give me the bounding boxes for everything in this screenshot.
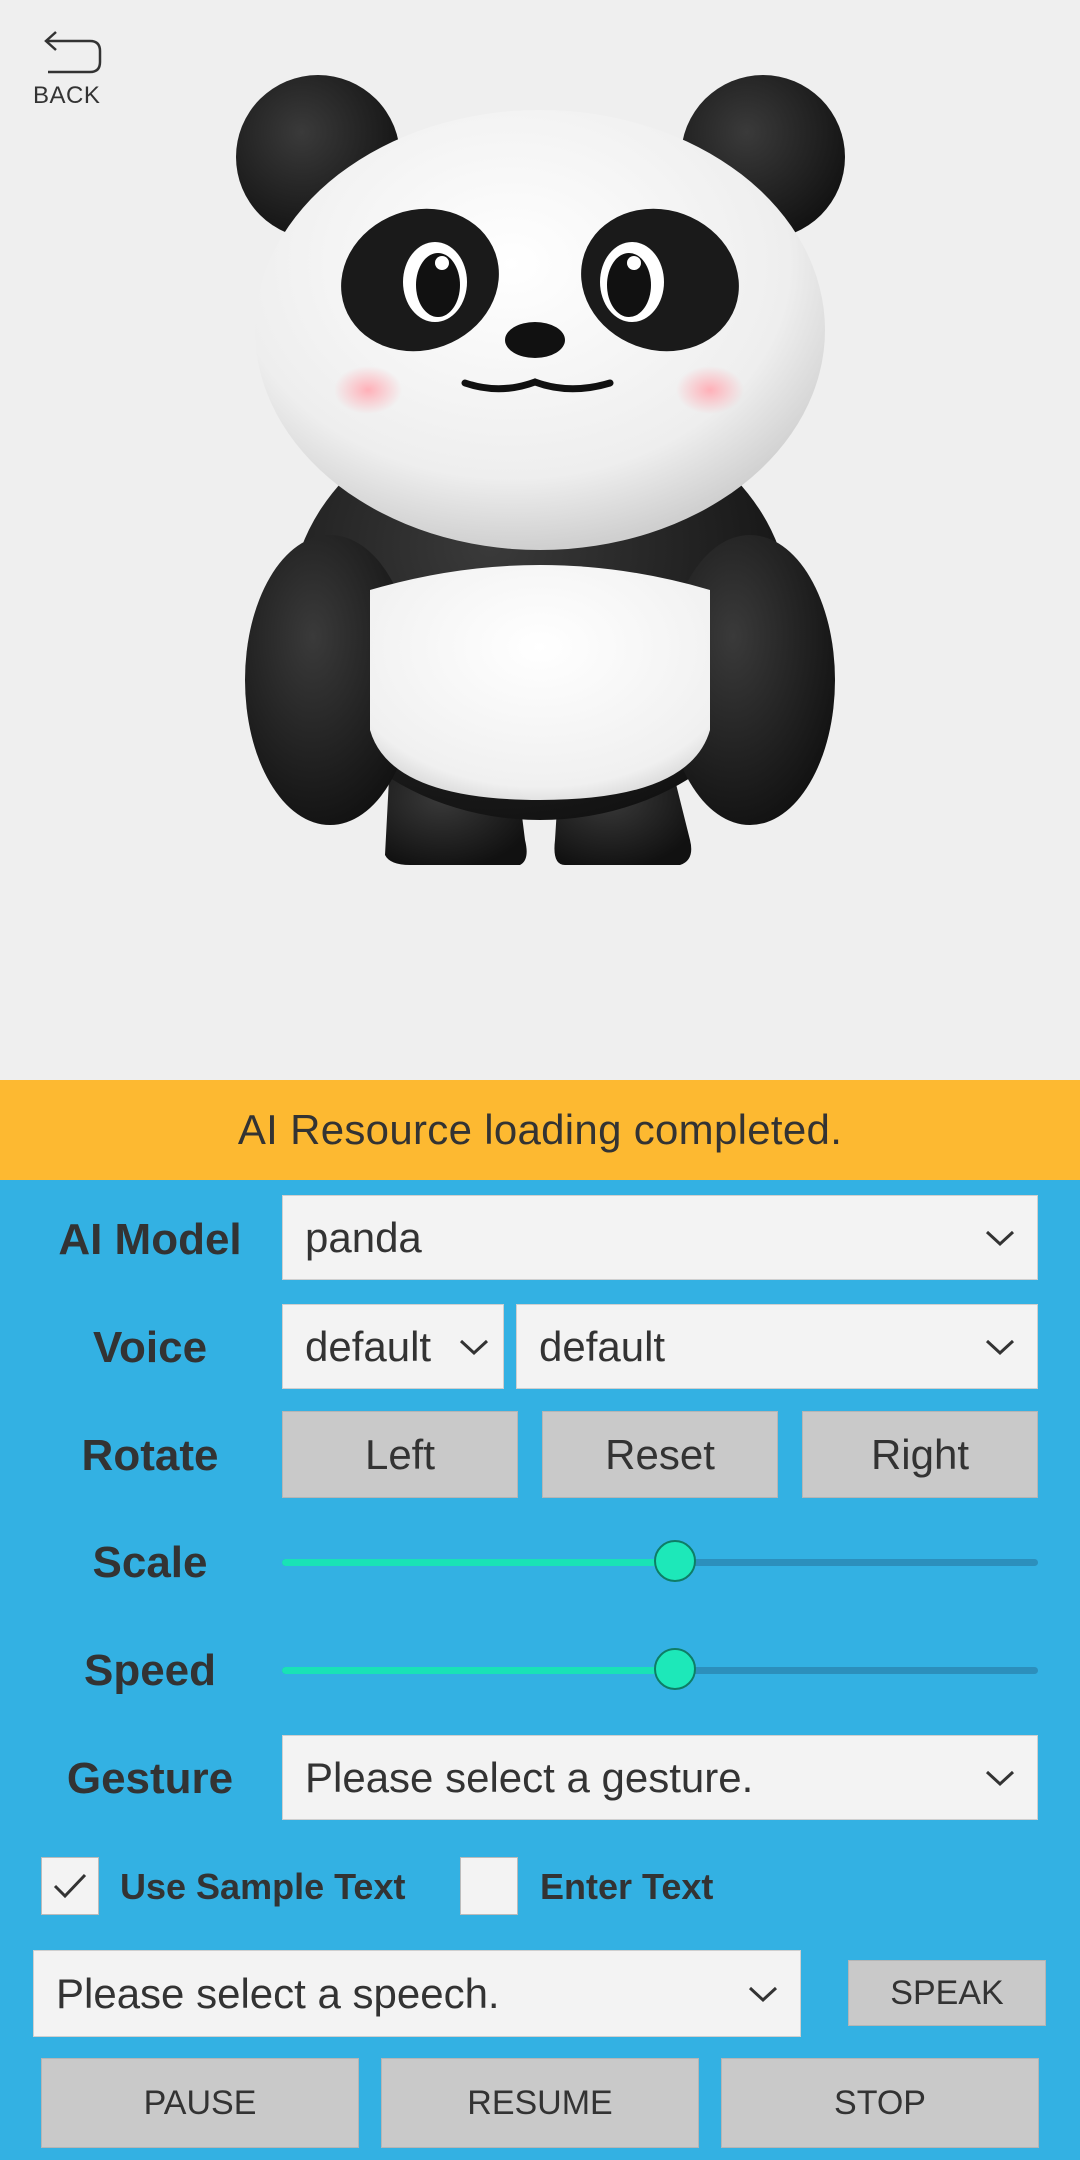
scale-slider[interactable]	[282, 1537, 1038, 1587]
control-panel: AI Model panda Voice default default Rot…	[0, 1180, 1080, 2160]
speech-value: Please select a speech.	[56, 1969, 500, 2017]
speech-dropdown[interactable]: Please select a speech.	[33, 1950, 801, 2037]
speak-button[interactable]: SPEAK	[848, 1960, 1046, 2026]
voice-dropdown-2[interactable]: default	[516, 1304, 1038, 1389]
scale-label: Scale	[92, 1538, 208, 1587]
ai-model-dropdown[interactable]: panda	[282, 1195, 1038, 1280]
status-message: AI Resource loading completed.	[237, 1106, 843, 1153]
voice-value-1: default	[305, 1322, 432, 1370]
ai-model-label: AI Model	[58, 1215, 242, 1264]
gesture-dropdown[interactable]: Please select a gesture.	[282, 1735, 1038, 1820]
back-arrow-icon	[44, 31, 102, 74]
status-banner: AI Resource loading completed.	[0, 1080, 1080, 1180]
speed-slider-thumb[interactable]	[654, 1648, 697, 1690]
resume-button[interactable]: RESUME	[381, 2058, 699, 2148]
voice-label: Voice	[92, 1323, 208, 1372]
ai-model-value: panda	[305, 1213, 422, 1261]
speed-label: Speed	[83, 1646, 217, 1695]
chevron-down-icon	[985, 1770, 1015, 1786]
speed-slider[interactable]	[282, 1645, 1038, 1695]
scale-slider-thumb[interactable]	[654, 1540, 697, 1582]
gesture-value: Please select a gesture.	[305, 1753, 754, 1801]
chevron-down-icon	[985, 1230, 1015, 1246]
use-sample-text-label: Use Sample Text	[120, 1866, 406, 1907]
rotate-left-button[interactable]: Left	[282, 1411, 518, 1498]
gesture-label: Gesture	[66, 1754, 234, 1803]
use-sample-text-checkbox[interactable]	[41, 1857, 99, 1915]
enter-text-checkbox[interactable]	[460, 1857, 518, 1915]
stop-button[interactable]: STOP	[721, 2058, 1039, 2148]
enter-text-label: Enter Text	[540, 1866, 714, 1907]
avatar-viewport: BACK	[0, 0, 1080, 1080]
panda-avatar	[236, 75, 845, 865]
checkmark-icon	[53, 1873, 87, 1899]
chevron-down-icon	[985, 1339, 1015, 1355]
pause-button[interactable]: PAUSE	[41, 2058, 359, 2148]
chevron-down-icon	[459, 1339, 489, 1355]
rotate-label: Rotate	[81, 1431, 219, 1480]
back-label: BACK	[33, 82, 101, 109]
chevron-down-icon	[748, 1986, 778, 2002]
speed-slider-fill	[282, 1667, 676, 1674]
voice-value-2: default	[539, 1322, 666, 1370]
back-button[interactable]: BACK	[30, 18, 110, 113]
rotate-right-button[interactable]: Right	[802, 1411, 1038, 1498]
rotate-reset-button[interactable]: Reset	[542, 1411, 778, 1498]
scale-slider-fill	[282, 1559, 676, 1566]
voice-dropdown-1[interactable]: default	[282, 1304, 504, 1389]
